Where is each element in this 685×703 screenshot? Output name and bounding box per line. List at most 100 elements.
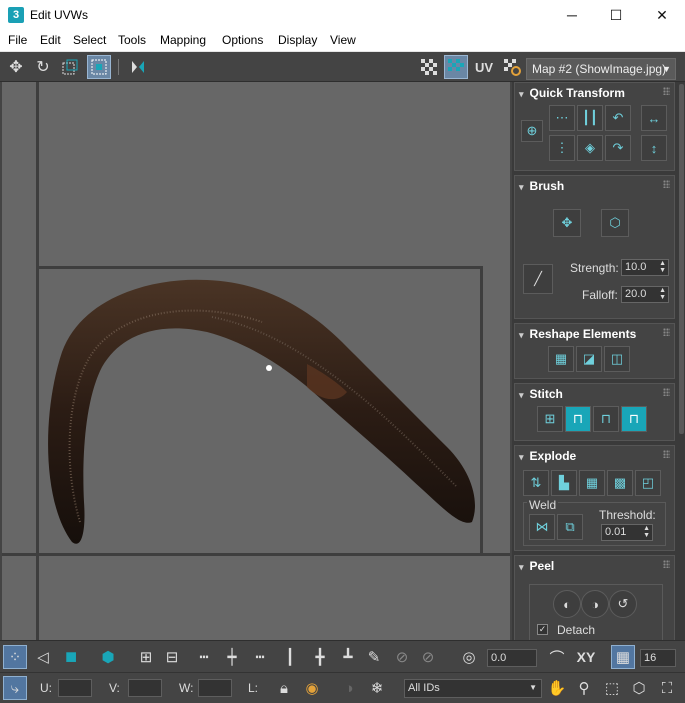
w-field[interactable] xyxy=(198,679,232,697)
id-filter-select[interactable]: All IDs ▼ xyxy=(404,679,542,698)
flatten-icon[interactable]: ▙ xyxy=(551,470,577,496)
grow-selection-icon[interactable]: ⊞ xyxy=(134,645,158,669)
minimize-button[interactable]: ─ xyxy=(549,0,595,30)
falloff-curve-icon[interactable]: ⌒ xyxy=(545,645,569,669)
menu-mapping[interactable]: Mapping xyxy=(160,33,206,47)
rotate-icon[interactable]: ↻ xyxy=(31,55,55,79)
soft-selection-icon[interactable]: ◎ xyxy=(457,645,481,669)
freeze-icon[interactable]: ❄ xyxy=(365,676,389,700)
checker-teal-icon[interactable] xyxy=(444,55,468,79)
edge-mode-icon[interactable]: ◁ xyxy=(31,645,55,669)
rollout-title[interactable]: Stitch xyxy=(519,387,563,401)
stitch-target-icon[interactable]: ⊓ xyxy=(621,406,647,432)
rotate-ccw-icon[interactable]: ↶ xyxy=(605,105,631,131)
paint-select-icon[interactable]: ✎ xyxy=(362,645,386,669)
strength-spinner[interactable]: 10.0 ▲ ▼ xyxy=(621,259,669,276)
checker-icon[interactable] xyxy=(417,55,441,79)
menu-file[interactable]: File xyxy=(8,33,27,47)
menu-options[interactable]: Options xyxy=(222,33,263,47)
stitch-custom-icon[interactable]: ⊞ xyxy=(537,406,563,432)
panel-scroll-thumb[interactable] xyxy=(679,84,684,434)
brush-line-icon[interactable]: ╱ xyxy=(523,264,553,294)
maximize-button[interactable]: ☐ xyxy=(593,0,639,30)
angle-field[interactable]: 0.0 xyxy=(487,649,537,667)
ring-grow-icon[interactable]: ┃ xyxy=(278,645,302,669)
lock-icon[interactable]: 🔒︎ xyxy=(272,676,296,700)
move-icon[interactable]: ✥ xyxy=(4,55,28,79)
peel-mode-icon[interactable]: ◑ xyxy=(581,590,609,618)
explode-frame-icon[interactable]: ◰ xyxy=(635,470,661,496)
align-center-icon[interactable]: ⊕ xyxy=(521,120,543,142)
uv-axis-button[interactable]: UV xyxy=(472,55,496,79)
menu-tools[interactable]: Tools xyxy=(118,33,146,47)
space-vertical-alt-icon[interactable]: ↕ xyxy=(641,135,667,161)
hide-icon[interactable]: ◑ xyxy=(337,676,361,700)
menu-edit[interactable]: Edit xyxy=(40,33,61,47)
menu-select[interactable]: Select xyxy=(73,33,106,47)
loop-grow-icon[interactable]: ┿ xyxy=(220,645,244,669)
freeform-icon[interactable] xyxy=(87,55,111,79)
spinner-arrows-icon[interactable]: ▲ ▼ xyxy=(659,287,666,301)
straighten-icon[interactable]: ▦ xyxy=(548,346,574,372)
relax-icon[interactable]: ◪ xyxy=(576,346,602,372)
menu-view[interactable]: View xyxy=(330,33,356,47)
absolute-offset-icon[interactable]: ⤷ xyxy=(3,676,27,700)
select-by-element-icon[interactable]: ╋ xyxy=(308,645,332,669)
split-icon[interactable]: ▦ xyxy=(579,470,605,496)
scale-icon[interactable] xyxy=(58,55,82,79)
ring-icon[interactable]: ┅ xyxy=(248,645,272,669)
zoom-extents-icon[interactable]: ⬡ xyxy=(627,676,651,700)
shrink-selection-icon[interactable]: ⊟ xyxy=(160,645,184,669)
zoom-icon[interactable]: ⚲ xyxy=(572,676,596,700)
paint-grow-icon[interactable]: ⊘ xyxy=(390,645,414,669)
weld-target-icon[interactable]: ⧉ xyxy=(557,514,583,540)
xy-space-button[interactable]: XY xyxy=(572,645,600,669)
stitch-source-icon[interactable]: ⊓ xyxy=(565,406,591,432)
rollout-title[interactable]: Reshape Elements xyxy=(519,327,637,341)
v-field[interactable] xyxy=(128,679,162,697)
paint-move-icon[interactable]: ✥ xyxy=(553,209,581,237)
stitch-average-icon[interactable]: ⊓ xyxy=(593,406,619,432)
space-horizontal-icon[interactable]: ↔ xyxy=(641,105,667,131)
align-horizontal-icon[interactable]: ⋯ xyxy=(549,105,575,131)
align-vertical-icon[interactable]: ⋮ xyxy=(549,135,575,161)
threshold-spinner[interactable]: 0.01 ▲ ▼ xyxy=(601,524,653,541)
detach-checkbox[interactable]: ✓ xyxy=(537,624,548,635)
grid-size-field[interactable]: 16 xyxy=(640,649,676,667)
break-icon[interactable]: ⇅ xyxy=(523,470,549,496)
pan-hand-icon[interactable]: ✋ xyxy=(545,676,569,700)
visibility-icon[interactable]: ◉ xyxy=(300,676,324,700)
map-select-dropdown[interactable]: Map #2 (ShowImage.jpg) ▼ xyxy=(526,58,676,80)
uv-viewport[interactable] xyxy=(2,82,510,640)
zoom-selected-icon[interactable]: ⛶ xyxy=(655,676,679,700)
map-settings-icon[interactable] xyxy=(500,55,524,79)
mirror-icon[interactable] xyxy=(126,55,150,79)
vertex-mode-icon[interactable]: ⁘ xyxy=(3,645,27,669)
space-vertical-icon[interactable]: ┃┃ xyxy=(577,105,603,131)
select-overlap-icon[interactable]: ┻ xyxy=(336,645,360,669)
rollout-title[interactable]: Quick Transform xyxy=(519,86,625,100)
rollout-title[interactable]: Brush xyxy=(519,179,565,193)
close-button[interactable]: ✕ xyxy=(639,0,685,30)
loop-icon[interactable]: ┅ xyxy=(192,645,216,669)
align-to-edge-icon[interactable]: ◈ xyxy=(577,135,603,161)
element-mode-icon[interactable]: ⬢ xyxy=(96,645,120,669)
explode-checker-icon[interactable]: ▩ xyxy=(607,470,633,496)
u-field[interactable] xyxy=(58,679,92,697)
rollout-title[interactable]: Explode xyxy=(519,449,577,463)
reset-peel-icon[interactable]: ↺ xyxy=(609,590,637,618)
rotate-cw-icon[interactable]: ↷ xyxy=(605,135,631,161)
rollout-title[interactable]: Peel xyxy=(519,559,555,573)
menu-display[interactable]: Display xyxy=(278,33,317,47)
grid-snap-icon[interactable]: ▦ xyxy=(611,645,635,669)
falloff-spinner[interactable]: 20.0 ▲ ▼ xyxy=(621,286,669,303)
polygon-mode-icon[interactable]: ■ xyxy=(59,645,83,669)
quick-peel-icon[interactable]: ◐ xyxy=(553,590,581,618)
spinner-arrows-icon[interactable]: ▲ ▼ xyxy=(643,525,650,539)
unfold-icon[interactable]: ◫ xyxy=(604,346,630,372)
relax-brush-icon[interactable]: ⬡ xyxy=(601,209,629,237)
zoom-region-icon[interactable]: ⬚ xyxy=(600,676,624,700)
weld-selected-icon[interactable]: ⋈ xyxy=(529,514,555,540)
spinner-arrows-icon[interactable]: ▲ ▼ xyxy=(659,260,666,274)
paint-shrink-icon[interactable]: ⊘ xyxy=(416,645,440,669)
